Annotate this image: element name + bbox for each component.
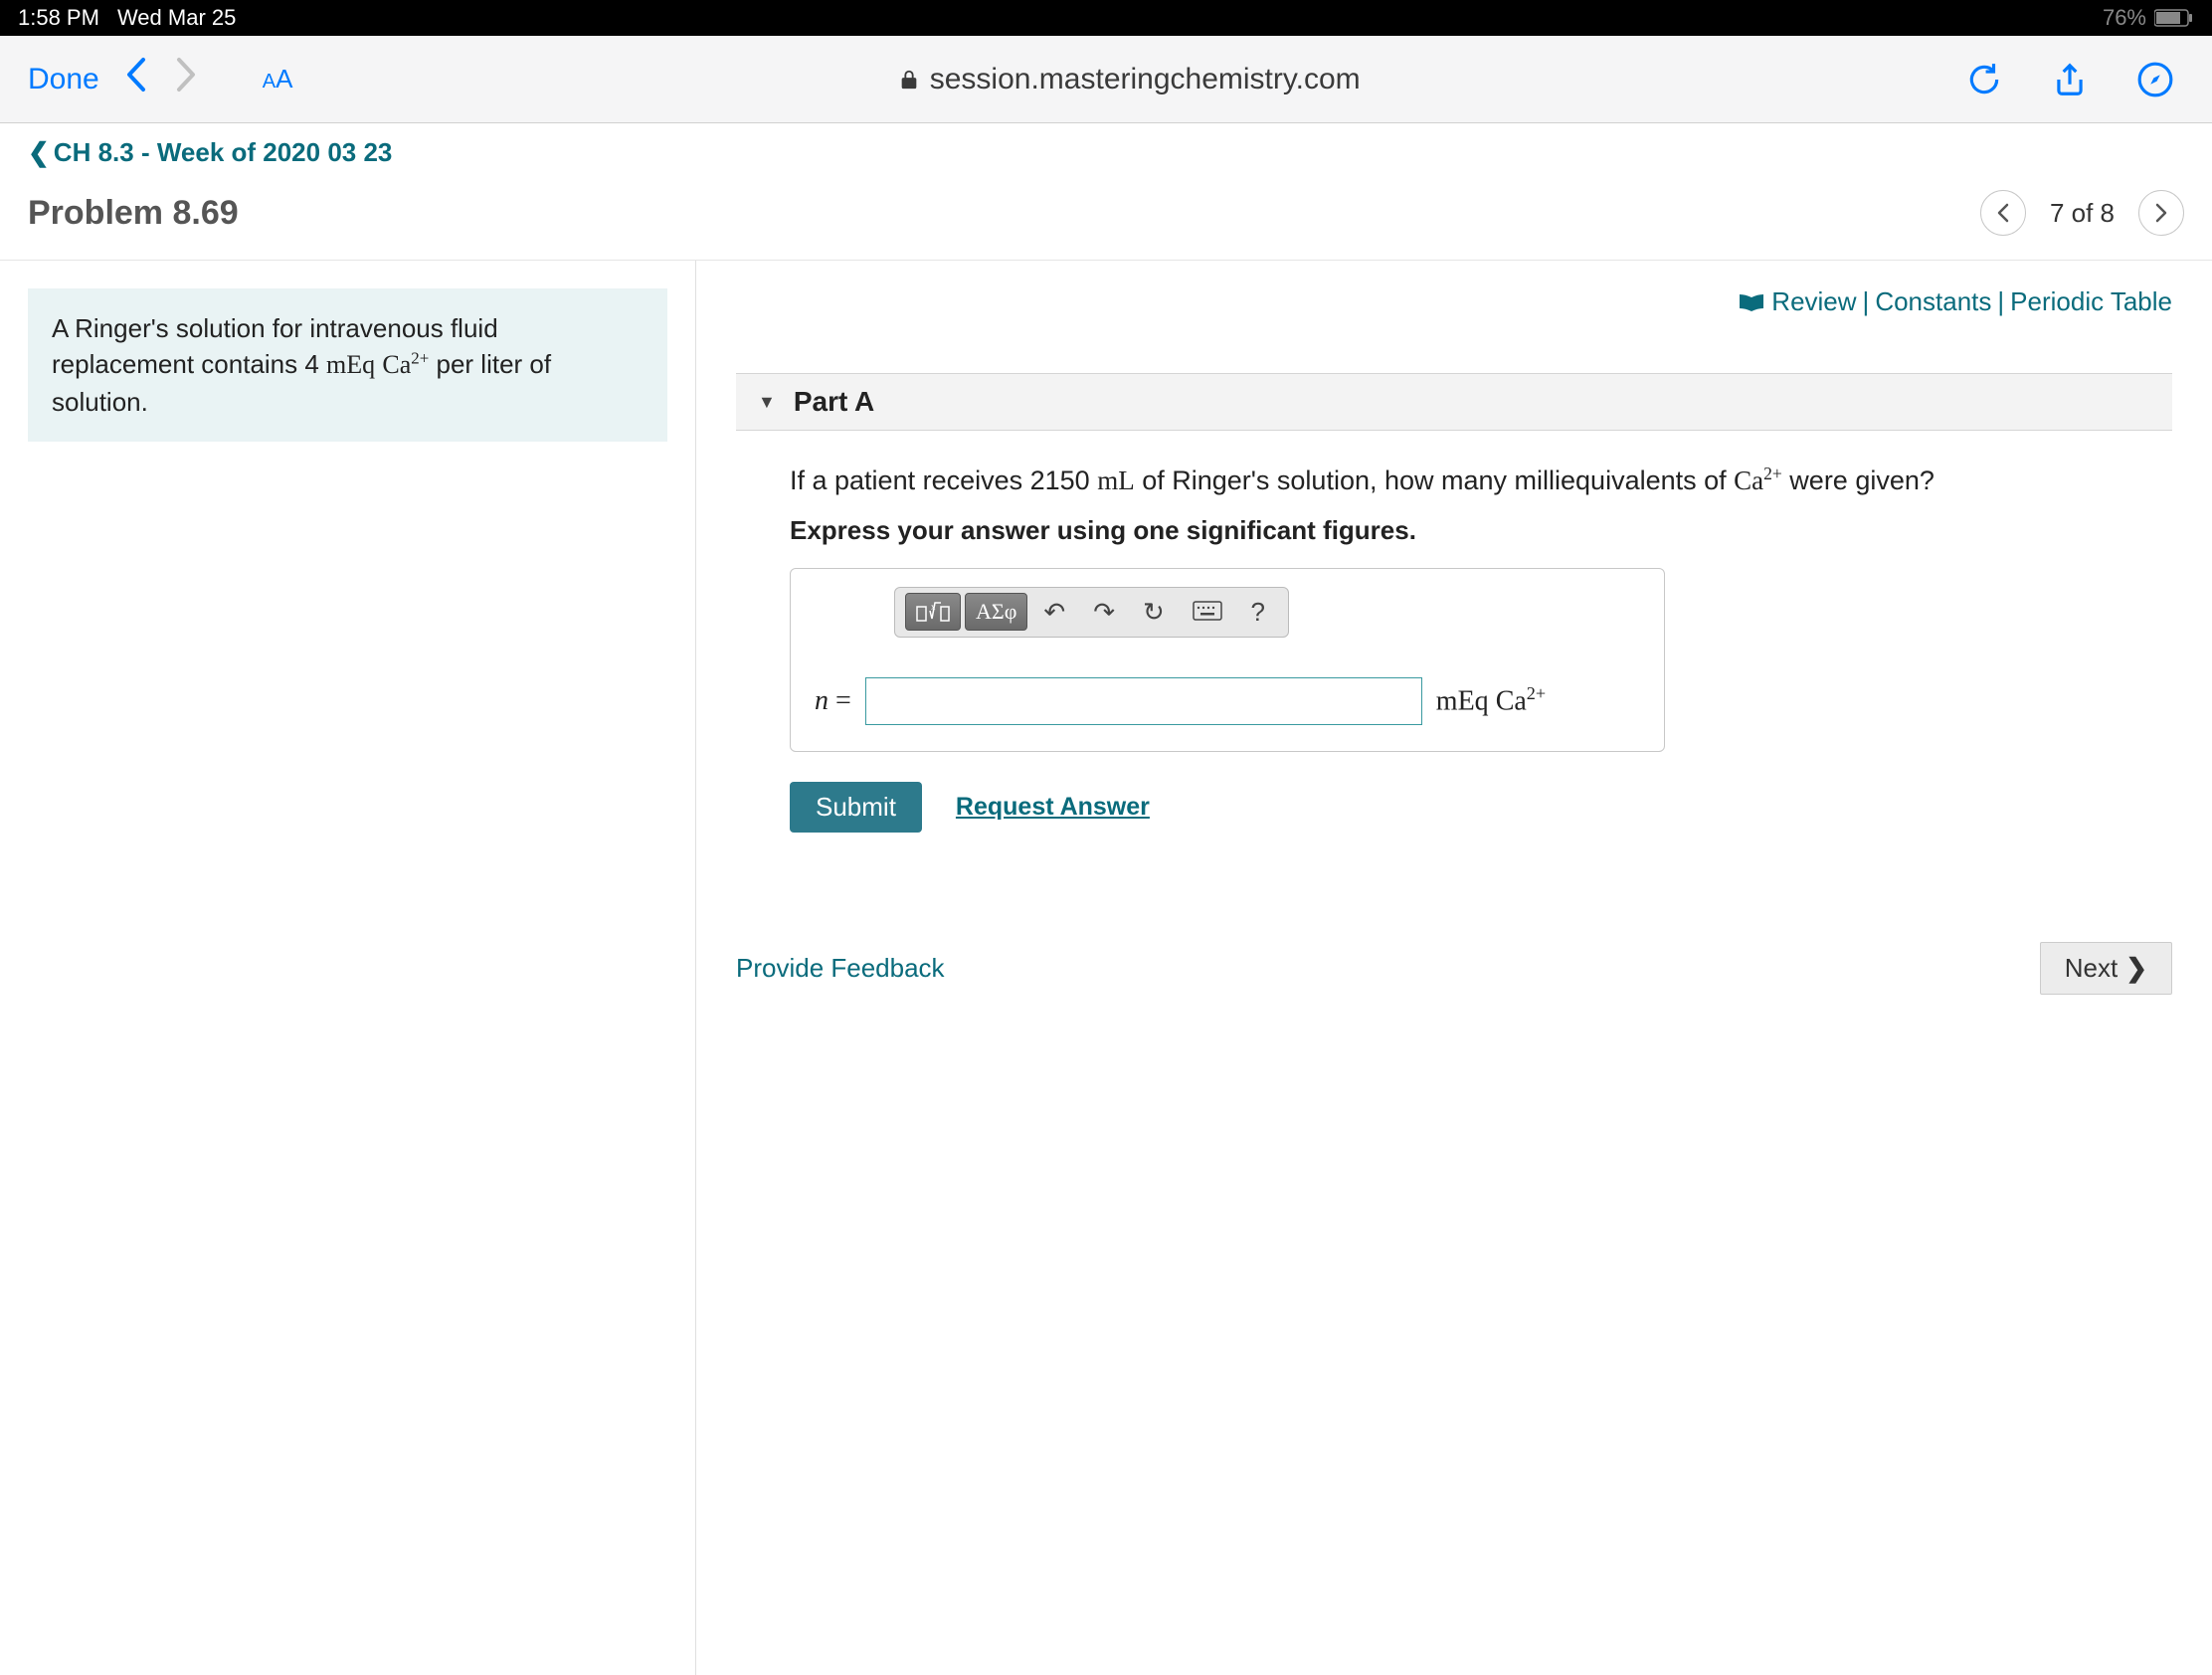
- constants-link[interactable]: Constants: [1875, 286, 1991, 317]
- reload-icon[interactable]: [1965, 61, 2003, 98]
- lock-icon: [898, 69, 920, 91]
- prev-problem-button[interactable]: [1980, 190, 2026, 236]
- pager-text: 7 of 8: [2050, 198, 2115, 229]
- equation-toolbar: x ΑΣφ ↶ ↷ ↻ ?: [894, 587, 1289, 638]
- forward-button: [173, 56, 199, 102]
- undo-button[interactable]: ↶: [1031, 593, 1077, 632]
- chevron-right-icon: ❯: [2125, 953, 2147, 984]
- url-text[interactable]: session.masteringchemistry.com: [930, 63, 1361, 96]
- problem-context: A Ringer's solution for intravenous flui…: [28, 288, 667, 442]
- question-instruction: Express your answer using one significan…: [790, 515, 2172, 546]
- variable-label: n =: [815, 685, 851, 717]
- answer-input[interactable]: [865, 677, 1422, 725]
- pager: 7 of 8: [1980, 190, 2184, 236]
- battery-percent: 76%: [2103, 5, 2146, 31]
- provide-feedback-link[interactable]: Provide Feedback: [736, 953, 945, 984]
- status-time: 1:58 PM: [18, 5, 99, 31]
- help-button[interactable]: ?: [1238, 593, 1278, 632]
- next-problem-button[interactable]: [2138, 190, 2184, 236]
- part-header[interactable]: ▼ Part A: [736, 373, 2172, 431]
- text-size-button[interactable]: AA: [263, 64, 293, 94]
- keyboard-button[interactable]: [1181, 593, 1234, 632]
- back-button[interactable]: [123, 56, 149, 102]
- book-icon: [1738, 292, 1765, 312]
- battery-icon: [2154, 9, 2194, 27]
- page-title: Problem 8.69: [28, 194, 239, 233]
- template-tool-button[interactable]: x: [905, 593, 961, 631]
- redo-button[interactable]: ↷: [1081, 593, 1127, 632]
- question-text: If a patient receives 2150 mL of Ringer'…: [790, 461, 2172, 501]
- status-bar: 1:58 PM Wed Mar 25 76%: [0, 0, 2212, 36]
- status-date: Wed Mar 25: [117, 5, 236, 31]
- breadcrumb[interactable]: ❮ CH 8.3 - Week of 2020 03 23: [0, 123, 2212, 174]
- periodic-table-link[interactable]: Periodic Table: [2010, 286, 2172, 317]
- collapse-icon: ▼: [758, 392, 776, 413]
- share-icon[interactable]: [2051, 61, 2089, 98]
- part-label: Part A: [794, 386, 874, 418]
- done-button[interactable]: Done: [28, 63, 99, 96]
- next-button[interactable]: Next ❯: [2040, 942, 2172, 995]
- request-answer-link[interactable]: Request Answer: [956, 793, 1150, 822]
- submit-button[interactable]: Submit: [790, 782, 922, 833]
- review-link[interactable]: Review: [1771, 286, 1856, 317]
- answer-unit: mEq Ca2+: [1436, 683, 1546, 717]
- answer-box: x ΑΣφ ↶ ↷ ↻ ? n = mEq Ca2+: [790, 568, 1665, 752]
- breadcrumb-label: CH 8.3 - Week of 2020 03 23: [54, 137, 393, 168]
- greek-tool-button[interactable]: ΑΣφ: [965, 593, 1027, 631]
- compass-icon[interactable]: [2136, 61, 2174, 98]
- safari-toolbar: Done AA session.masteringchemistry.com: [0, 36, 2212, 123]
- reset-button[interactable]: ↻: [1131, 593, 1177, 632]
- chevron-left-icon: ❮: [28, 137, 50, 168]
